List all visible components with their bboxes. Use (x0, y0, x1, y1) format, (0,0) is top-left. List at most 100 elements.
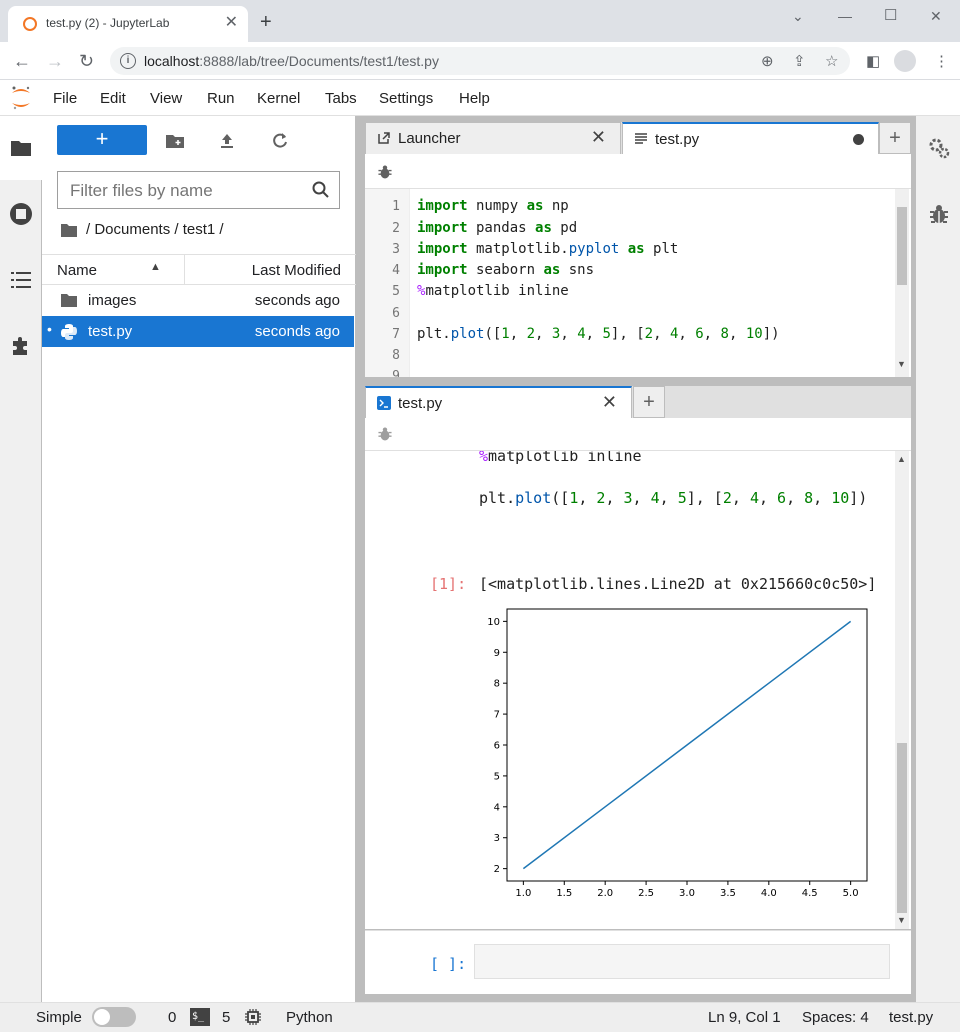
kernel-chip-icon[interactable] (244, 1008, 262, 1026)
line-number: 9 (392, 369, 400, 377)
menu-file[interactable]: File (53, 90, 77, 107)
debugger-bug-icon[interactable] (377, 164, 393, 180)
y-tick-label: 4 (494, 802, 500, 813)
console-input-box[interactable] (474, 944, 890, 979)
zoom-icon[interactable]: ⊕ (761, 52, 774, 70)
console-output-area[interactable]: %matplotlib inline plt.plot([1, 2, 3, 4,… (365, 451, 911, 929)
scrollbar-thumb[interactable] (897, 743, 907, 913)
line-chart: 1.0 1.5 2.0 2.5 3.0 3.5 4.0 4.5 5.0 2 3 4 5 6 7 8 9 10 (487, 608, 868, 899)
breadcrumb[interactable]: / Documents / test1 / (86, 221, 224, 238)
unsaved-dot-icon[interactable] (853, 134, 864, 145)
kernel-name[interactable]: Python (286, 1009, 333, 1026)
debugger-bug-icon[interactable] (377, 426, 393, 442)
scroll-down-icon[interactable]: ▼ (897, 915, 906, 925)
refresh-icon[interactable] (270, 131, 290, 151)
url-field[interactable]: i localhost:8888/lab/tree/Documents/test… (110, 47, 850, 75)
line-number: 1 (392, 199, 400, 214)
share-icon[interactable]: ⇪ (793, 52, 806, 70)
jupyter-favicon-icon (23, 17, 37, 31)
console-scrollbar[interactable]: ▲ ▼ (895, 451, 909, 929)
breadcrumb-home-folder-icon[interactable] (60, 222, 78, 238)
menu-view[interactable]: View (150, 90, 182, 107)
tab-launcher[interactable]: Launcher ✕ (365, 122, 621, 154)
menu-edit[interactable]: Edit (100, 90, 126, 107)
search-icon (312, 181, 329, 198)
simple-mode-toggle[interactable] (92, 1007, 136, 1027)
tab-search-icon[interactable]: ⌄ (792, 8, 804, 25)
window-close-icon[interactable]: ✕ (930, 8, 942, 25)
forward-icon[interactable]: → (46, 51, 64, 72)
code-line: import numpy as np (417, 198, 569, 214)
file-row-images[interactable]: images seconds ago (42, 285, 354, 316)
y-tick-label: 6 (494, 741, 500, 752)
browser-menu-icon[interactable]: ⋮ (934, 52, 949, 70)
console-toolbar (365, 418, 911, 451)
side-panel-icon[interactable]: ◧ (866, 52, 880, 70)
file-browser-panel (42, 116, 356, 1002)
close-icon[interactable]: ✕ (602, 392, 617, 413)
reload-icon[interactable]: ↻ (79, 51, 94, 72)
new-launcher-button[interactable]: + (57, 125, 147, 155)
upload-icon[interactable] (217, 131, 237, 151)
x-tick-label: 1.5 (556, 888, 572, 899)
indent-spaces[interactable]: Spaces: 4 (802, 1009, 869, 1026)
line-number: 3 (392, 242, 400, 257)
menu-kernel[interactable]: Kernel (257, 90, 300, 107)
y-tick-label: 7 (494, 710, 500, 721)
file-modified: seconds ago (254, 323, 340, 340)
add-tab-icon[interactable]: + (633, 386, 665, 418)
tab-test-py-editor[interactable]: test.py (622, 122, 879, 154)
debugger-bug-icon[interactable] (928, 203, 950, 225)
status-filename: test.py (889, 1009, 934, 1026)
scrollbar-thumb[interactable] (897, 207, 907, 285)
table-of-contents-icon[interactable] (9, 268, 33, 292)
cursor-position[interactable]: Ln 9, Col 1 (708, 1009, 781, 1026)
line-number: 4 (392, 263, 400, 278)
terminal-icon[interactable]: $_ (190, 1008, 210, 1026)
code-editor[interactable]: 1 2 3 4 5 6 7 8 9 import numpy as np imp… (365, 189, 911, 377)
bookmark-star-icon[interactable]: ☆ (825, 52, 838, 70)
add-tab-icon[interactable]: + (879, 122, 911, 154)
menu-settings[interactable]: Settings (379, 90, 433, 107)
code-line: plt.plot([1, 2, 3, 4, 5], [2, 4, 6, 8, 1… (479, 489, 868, 507)
property-inspector-gears-icon[interactable] (927, 136, 951, 160)
y-tick-label: 9 (494, 648, 500, 659)
code-line: %matplotlib inline (479, 451, 642, 465)
kernel-count[interactable]: 0 (168, 1009, 176, 1026)
extension-puzzle-icon[interactable] (9, 334, 33, 358)
profile-avatar-icon[interactable] (894, 50, 916, 72)
scroll-up-icon[interactable]: ▲ (897, 454, 906, 464)
last-modified-column-header[interactable]: Last Modified (252, 262, 341, 279)
x-tick-label: 5.0 (843, 888, 859, 899)
maximize-icon[interactable]: ☐ (884, 6, 897, 24)
code-line: plt.plot([1, 2, 3, 4, 5], [2, 4, 6, 8, 1… (417, 326, 780, 342)
minimize-icon[interactable]: — (838, 8, 852, 24)
close-icon[interactable]: ✕ (591, 127, 606, 148)
menu-run[interactable]: Run (207, 90, 235, 107)
running-stop-icon[interactable] (9, 202, 33, 226)
terminal-count[interactable]: 5 (222, 1009, 230, 1026)
filter-files-input[interactable] (70, 180, 300, 202)
scroll-down-icon[interactable]: ▼ (897, 359, 906, 369)
menu-tabs[interactable]: Tabs (325, 90, 357, 107)
name-column-header[interactable]: Name (57, 262, 97, 279)
x-tick-label: 4.5 (802, 888, 818, 899)
code-line: %matplotlib inline (417, 283, 569, 299)
y-tick-label: 10 (487, 617, 500, 628)
site-info-icon[interactable]: i (120, 53, 136, 69)
tab-test-py-console[interactable]: test.py ✕ (365, 386, 632, 418)
code-line: import matplotlib.pyplot as plt (417, 241, 679, 257)
simple-mode-label: Simple (36, 1009, 82, 1026)
tab-label: test.py (398, 395, 443, 412)
new-folder-icon[interactable] (165, 131, 185, 151)
editor-scrollbar[interactable]: ▼ (895, 189, 909, 377)
file-row-test-py[interactable]: • test.py seconds ago (42, 316, 354, 347)
back-icon[interactable]: ← (13, 51, 31, 72)
editor-toolbar (365, 154, 911, 189)
folder-icon[interactable] (9, 136, 33, 160)
close-tab-icon[interactable]: ✕ (225, 12, 238, 32)
left-activity-bar (0, 116, 42, 1002)
new-tab-icon[interactable]: + (260, 12, 272, 32)
browser-tab[interactable]: test.py (2) - JupyterLab ✕ (8, 6, 248, 42)
menu-help[interactable]: Help (459, 90, 490, 107)
